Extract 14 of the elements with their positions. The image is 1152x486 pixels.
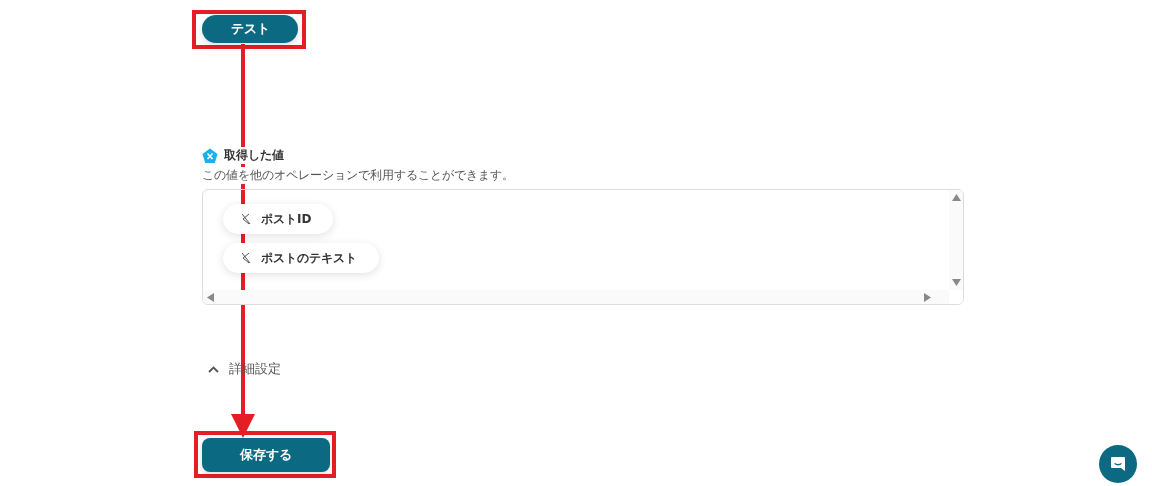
- scroll-left-icon[interactable]: [207, 292, 214, 302]
- x-icon: [241, 252, 251, 264]
- section-title: 取得した値: [224, 147, 284, 164]
- chat-button[interactable]: [1099, 445, 1137, 483]
- scroll-right-icon[interactable]: [924, 292, 931, 302]
- scroll-up-icon[interactable]: [951, 194, 961, 201]
- value-chip[interactable]: ポストのテキスト: [223, 243, 379, 273]
- scroll-down-icon[interactable]: [951, 279, 961, 286]
- test-button[interactable]: テスト: [202, 15, 298, 43]
- chat-icon: [1109, 455, 1127, 473]
- save-button[interactable]: 保存する: [202, 438, 330, 472]
- x-icon: [241, 213, 251, 225]
- value-chip[interactable]: ポストID: [223, 204, 334, 234]
- x-logo-icon: [202, 147, 218, 164]
